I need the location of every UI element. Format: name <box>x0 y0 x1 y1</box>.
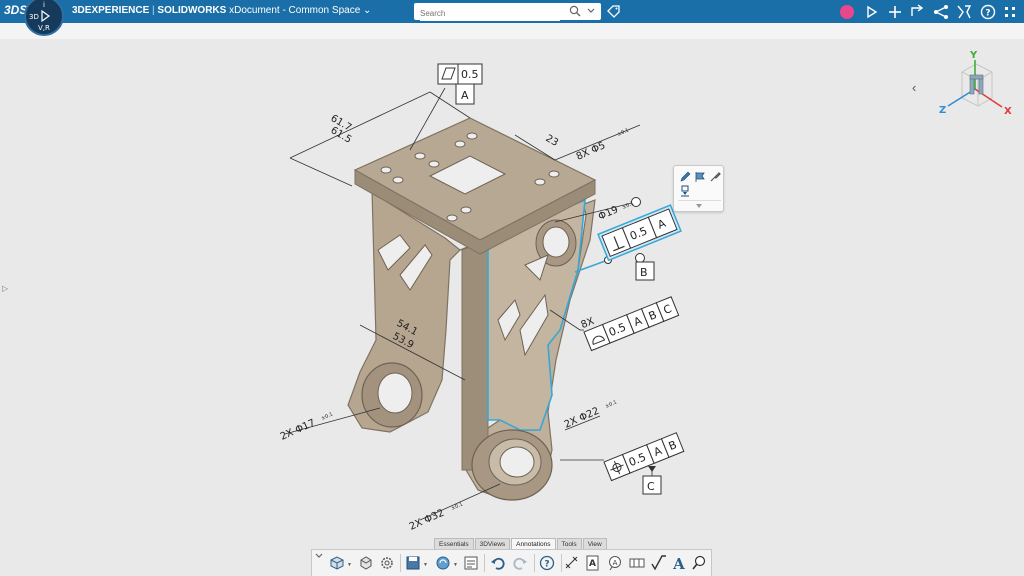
toolbar-divider <box>561 554 562 572</box>
user-avatar[interactable] <box>840 5 854 19</box>
redo-icon[interactable] <box>511 554 529 572</box>
note-text-icon[interactable]: A <box>584 554 602 572</box>
toolbar-divider <box>534 554 535 572</box>
bracket-part[interactable] <box>347 117 597 501</box>
dim-dia17-tol: ±0.1 <box>320 411 334 421</box>
title-app: SOLIDWORKS <box>157 5 227 16</box>
right-leg-side <box>461 239 489 471</box>
svg-text:?: ? <box>985 9 990 19</box>
datum-a-label: A <box>461 89 469 102</box>
context-toolbar <box>673 165 724 212</box>
dim-8x-tol: ±0.1 <box>616 127 630 137</box>
toolbar-divider <box>400 554 401 572</box>
search-input[interactable] <box>420 6 560 21</box>
dim-dia32[interactable]: 2X Φ32 <box>408 508 446 533</box>
compass-label-top: i <box>43 1 45 9</box>
home-icon[interactable] <box>909 3 927 21</box>
apps-icon[interactable] <box>1001 3 1019 21</box>
help-icon[interactable]: ? <box>538 554 556 572</box>
datum-c-triangle <box>648 466 656 472</box>
svg-text:?: ? <box>544 560 549 570</box>
inspect-magnifier-icon[interactable] <box>690 554 708 572</box>
datum-c-label: C <box>647 480 655 493</box>
save-dropdown-icon[interactable]: ▼ <box>423 562 428 568</box>
upper-hole <box>542 226 570 258</box>
smart-dimension-icon[interactable] <box>563 554 581 572</box>
action-bar: ▼ ▼ ▼ ? A A A <box>311 549 712 576</box>
title-document: xDocument - Common Space <box>229 5 361 16</box>
toolbar-divider <box>484 554 485 572</box>
dim-dia22-tol: ±0.1 <box>604 399 618 409</box>
app-title[interactable]: 3DEXPERIENCE | SOLIDWORKS xDocument - Co… <box>72 5 371 16</box>
datum-b-label: B <box>640 266 648 279</box>
left-hole <box>377 372 413 414</box>
dim-23[interactable]: 23 <box>544 133 561 149</box>
play-icon[interactable] <box>40 10 50 22</box>
balloon-icon[interactable]: A <box>606 554 624 572</box>
brush-icon[interactable] <box>709 171 721 183</box>
tools-icon[interactable] <box>955 3 973 21</box>
dim-dia19[interactable]: Φ19 <box>597 204 620 222</box>
dim-8x-holes[interactable]: 8X Φ5 <box>575 140 607 163</box>
title-separator: | <box>152 5 155 16</box>
save-icon[interactable] <box>404 554 422 572</box>
search-chevron-icon[interactable] <box>587 8 595 14</box>
dropdown-arrow-icon[interactable]: ▼ <box>347 562 352 568</box>
datum-handle[interactable] <box>635 253 645 263</box>
dim-dia19-tol: ±0.1 <box>621 200 635 210</box>
gtol-frame-icon[interactable] <box>628 554 646 572</box>
datum-b-box[interactable]: B <box>635 261 655 281</box>
ribbon-strip <box>0 23 1024 39</box>
edit-pencil-icon[interactable] <box>679 171 691 183</box>
part-view-icon[interactable] <box>328 554 346 572</box>
tag-icon[interactable] <box>607 5 620 18</box>
compass-label-bottom: V,R <box>38 24 50 32</box>
chevron-down-icon[interactable]: ⌄ <box>363 5 371 16</box>
svg-text:A: A <box>589 559 596 569</box>
context-divider <box>678 200 721 201</box>
help-icon[interactable]: ? <box>979 3 997 21</box>
expand-more-icon[interactable] <box>695 203 703 209</box>
dim-dia17[interactable]: 2X Φ17 <box>279 418 317 443</box>
search-box[interactable] <box>414 3 601 21</box>
profile-frame[interactable]: 0.5 A B C 8X <box>580 286 680 352</box>
surface-finish-icon[interactable] <box>650 554 668 572</box>
gear-icon[interactable] <box>378 554 396 572</box>
flatness-value: 0.5 <box>461 68 479 81</box>
compass-label-left: 3D <box>29 13 39 21</box>
svg-text:A: A <box>672 555 685 572</box>
datum-feature-icon[interactable] <box>679 185 691 197</box>
network-icon[interactable] <box>932 3 950 21</box>
dim-dia22[interactable]: 2X Φ22 <box>563 406 601 431</box>
share-icon[interactable] <box>863 3 881 21</box>
dim-dia32-tol: ±0.1 <box>450 501 464 511</box>
svg-text:A: A <box>613 559 618 567</box>
search-icon[interactable] <box>569 5 581 17</box>
flag-note-icon[interactable] <box>694 171 706 183</box>
model-viewport[interactable]: 0.5 A 61.7 61.5 23 8X Φ5 ±0.1 Φ19 ±0.1 5… <box>0 39 1024 538</box>
position-frame[interactable]: 0.5 A B <box>603 432 685 482</box>
properties-icon[interactable] <box>462 554 480 572</box>
text-style-icon[interactable]: A <box>670 554 688 572</box>
collapse-chevron-icon[interactable] <box>314 551 324 561</box>
add-icon[interactable] <box>886 3 904 21</box>
sync-dropdown-icon[interactable]: ▼ <box>453 562 458 568</box>
datum-c-box[interactable]: C <box>642 475 662 495</box>
title-prefix: 3DEXPERIENCE <box>72 5 150 16</box>
right-hole <box>499 446 535 478</box>
sync-icon[interactable] <box>434 554 452 572</box>
assembly-icon[interactable] <box>357 554 375 572</box>
top-bar: 3DS 3DEXPERIENCE | SOLIDWORKS xDocument … <box>0 0 1024 23</box>
undo-icon[interactable] <box>489 554 507 572</box>
flatness-frame[interactable]: 0.5 A <box>437 63 483 105</box>
